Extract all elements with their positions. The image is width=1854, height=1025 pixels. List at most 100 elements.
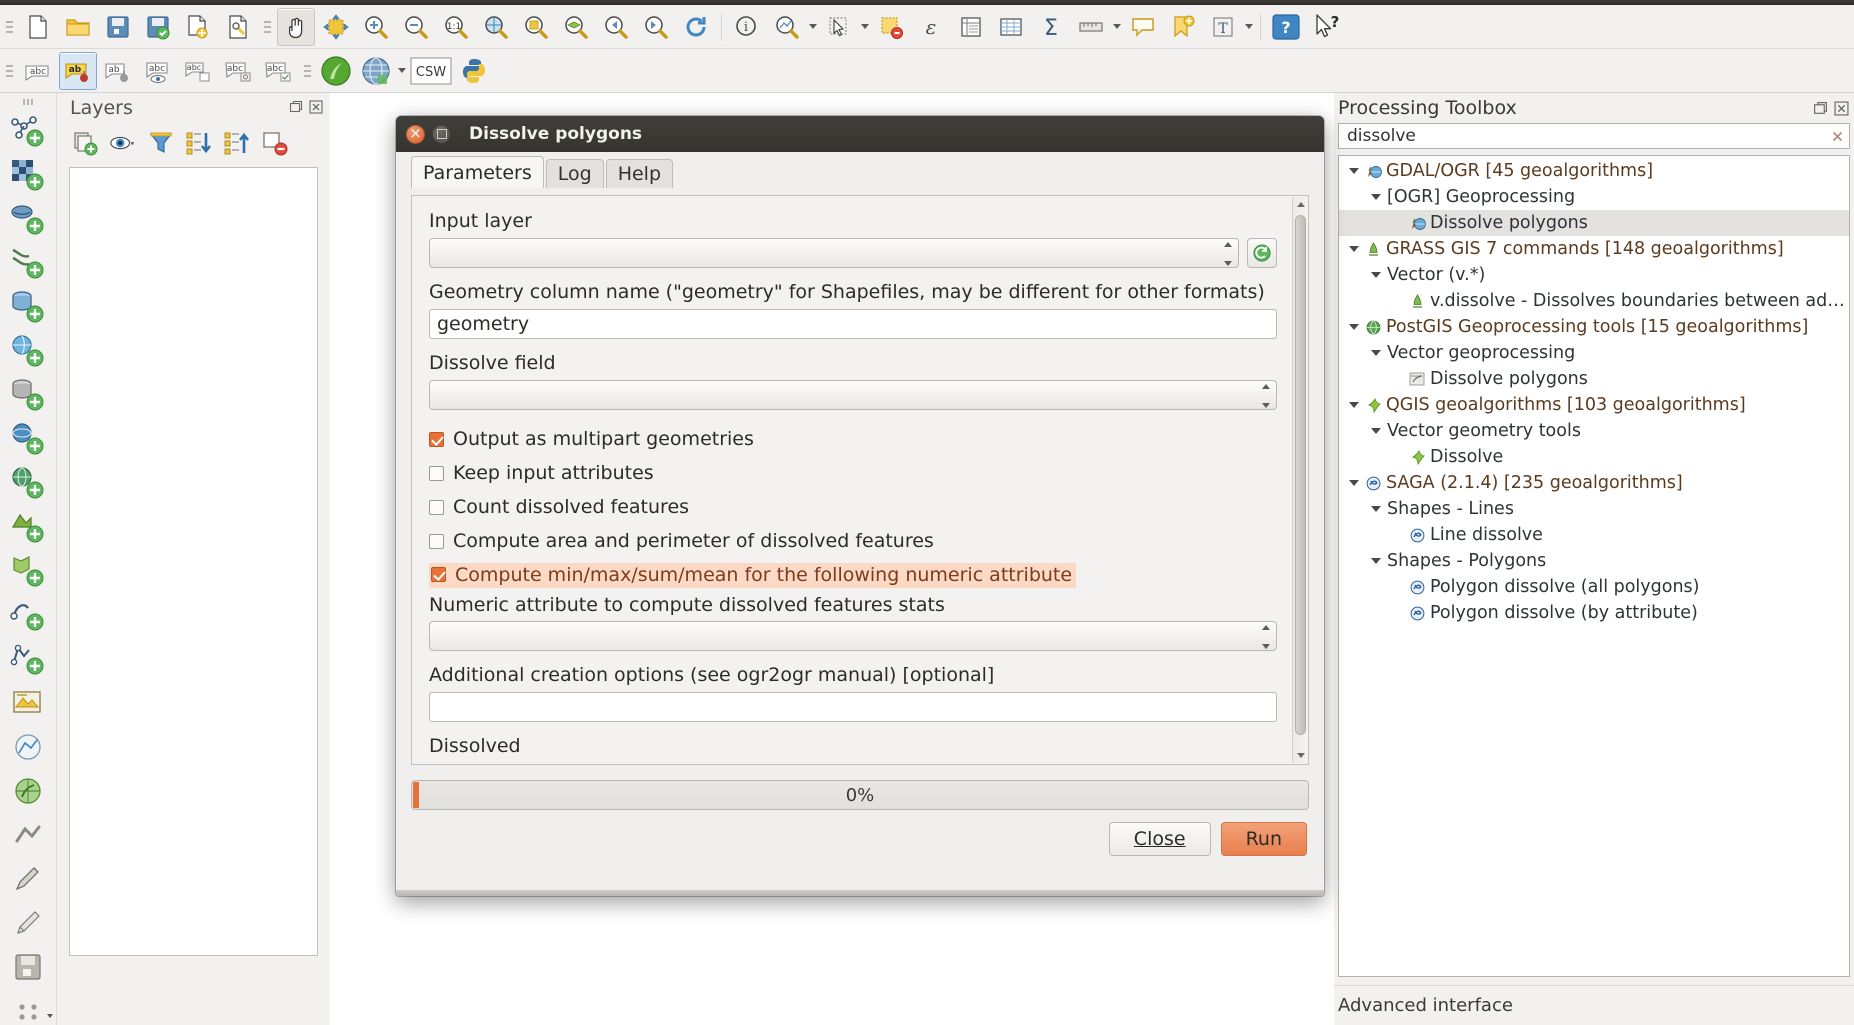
grass-icon[interactable]: [317, 52, 355, 90]
tree-item[interactable]: Shapes - Lines: [1339, 496, 1849, 522]
pan-to-selection-icon[interactable]: [317, 8, 355, 46]
add-wfs-layer-icon[interactable]: [6, 549, 50, 593]
whats-this-icon[interactable]: ?: [1307, 8, 1345, 46]
compute-area-perimeter-checkbox[interactable]: [429, 533, 444, 549]
add-wcs-layer-icon[interactable]: [6, 505, 50, 549]
expand-arrow-icon[interactable]: [1367, 506, 1385, 512]
zoom-last-icon[interactable]: [597, 8, 635, 46]
pan-map-icon[interactable]: [277, 7, 315, 46]
label-rotate-icon[interactable]: abc: [179, 52, 217, 90]
add-mssql-layer-icon[interactable]: [6, 373, 50, 417]
undock-panel-icon[interactable]: [1812, 100, 1828, 116]
new-bookmark-icon[interactable]: [1164, 8, 1202, 46]
tree-item[interactable]: Vector geometry tools: [1339, 418, 1849, 444]
rail-grip[interactable]: [21, 99, 35, 105]
tree-item[interactable]: GRASS GIS 7 commands [148 geoalgorithms]: [1339, 236, 1849, 262]
dialog-close-button[interactable]: [406, 124, 425, 144]
help-icon[interactable]: ?: [1267, 8, 1305, 46]
statistical-summary-icon[interactable]: [992, 8, 1030, 46]
run-button[interactable]: Run: [1220, 822, 1307, 856]
sum-icon[interactable]: Σ: [1032, 8, 1070, 46]
new-project-icon[interactable]: [19, 8, 57, 46]
checkbox-row[interactable]: Keep input attributes: [429, 458, 1277, 489]
expand-arrow-icon[interactable]: [1367, 350, 1385, 356]
add-postgis-layer-icon[interactable]: [6, 285, 50, 329]
expand-arrow-icon[interactable]: [1345, 246, 1363, 252]
open-project-icon[interactable]: [59, 8, 97, 46]
combo-spinner-icon[interactable]: [1260, 383, 1271, 408]
scroll-up-icon[interactable]: [1293, 197, 1308, 212]
tree-item[interactable]: GDAL/OGR [45 geoalgorithms]: [1339, 158, 1849, 184]
deselect-features-icon[interactable]: [872, 8, 910, 46]
tree-item[interactable]: QGIS geoalgorithms [103 geoalgorithms]: [1339, 392, 1849, 418]
zoom-native-icon[interactable]: 1:1: [437, 8, 475, 46]
count-dissolved-features-checkbox[interactable]: [429, 499, 444, 515]
toolbar-grip-2[interactable]: [262, 14, 272, 40]
topology-checker-icon[interactable]: [6, 813, 50, 857]
toolbar-grip-3[interactable]: [4, 58, 14, 84]
tab-help[interactable]: Help: [605, 159, 674, 188]
search-input[interactable]: [1345, 125, 1843, 147]
zoom-to-selection-icon[interactable]: [517, 8, 555, 46]
expand-all-icon[interactable]: [185, 129, 213, 157]
csw-icon[interactable]: CSW: [409, 52, 453, 90]
label-show-hide-icon[interactable]: abc: [139, 52, 177, 90]
expand-arrow-icon[interactable]: [1367, 194, 1385, 200]
add-raster-layer-icon[interactable]: [6, 153, 50, 197]
tab-log[interactable]: Log: [545, 159, 604, 188]
remove-layer-icon[interactable]: [261, 129, 289, 157]
tree-item[interactable]: SAGA (2.1.4) [235 geoalgorithms]: [1339, 470, 1849, 496]
add-oracle-layer-icon[interactable]: [6, 417, 50, 461]
processing-search-box[interactable]: [1338, 123, 1850, 149]
dialog-resize-strip[interactable]: [396, 890, 1324, 896]
dialog-maximize-button[interactable]: [432, 124, 451, 144]
keep-input-attributes-checkbox[interactable]: [429, 465, 444, 481]
node-tool-icon[interactable]: [6, 725, 50, 769]
add-group-icon[interactable]: [71, 129, 99, 157]
tab-parameters[interactable]: Parameters: [411, 156, 544, 188]
expand-arrow-icon[interactable]: [1345, 324, 1363, 330]
combo-spinner-icon[interactable]: [1222, 241, 1233, 266]
scrollbar-thumb[interactable]: [1295, 215, 1306, 735]
open-attribute-table-icon[interactable]: [952, 8, 990, 46]
tree-item[interactable]: Polygon dissolve (all polygons): [1339, 574, 1849, 600]
collapse-all-icon[interactable]: [223, 129, 251, 157]
expand-arrow-icon[interactable]: [1367, 558, 1385, 564]
filter-legend-icon[interactable]: [147, 129, 175, 157]
tree-item[interactable]: Vector (v.*): [1339, 262, 1849, 288]
scroll-down-icon[interactable]: [1293, 748, 1308, 763]
chevron-down-icon[interactable]: [1243, 8, 1255, 46]
close-panel-icon[interactable]: [308, 99, 324, 115]
tree-item[interactable]: Polygon dissolve (by attribute): [1339, 600, 1849, 626]
label-change-icon[interactable]: abc: [219, 52, 257, 90]
python-console-icon[interactable]: [455, 52, 493, 90]
close-panel-icon[interactable]: [1833, 100, 1849, 116]
clear-search-icon[interactable]: [1830, 129, 1845, 144]
select-layer-icon[interactable]: [1247, 237, 1277, 268]
add-wms-layer-icon[interactable]: [6, 461, 50, 505]
additional-options-input[interactable]: [429, 692, 1277, 723]
chevron-down-icon[interactable]: [47, 1014, 53, 1018]
processing-algorithms-tree[interactable]: GDAL/OGR [45 geoalgorithms] [OGR] Geoproc…: [1338, 155, 1850, 977]
tree-item[interactable]: Line dissolve: [1339, 522, 1849, 548]
tree-item[interactable]: Dissolve polygons: [1339, 210, 1849, 236]
identify-features-icon[interactable]: i: [728, 8, 766, 46]
dots-icon[interactable]: [6, 989, 50, 1025]
label-abc-icon[interactable]: abc: [19, 52, 57, 90]
measure-line-icon[interactable]: [768, 8, 806, 46]
label-properties-icon[interactable]: abc: [259, 52, 297, 90]
checkbox-row[interactable]: Count dissolved features: [429, 492, 1277, 523]
refresh-icon[interactable]: [677, 8, 715, 46]
expand-arrow-icon[interactable]: [1367, 272, 1385, 278]
expand-arrow-icon[interactable]: [1367, 428, 1385, 434]
expand-arrow-icon[interactable]: [1345, 480, 1363, 486]
tree-item[interactable]: PostGIS Geoprocessing tools [15 geoalgor…: [1339, 314, 1849, 340]
expand-arrow-icon[interactable]: [1345, 168, 1363, 174]
tree-item[interactable]: PostGIS Dissolve polygons: [1339, 366, 1849, 392]
measure-icon[interactable]: [1072, 8, 1110, 46]
map-tips-icon[interactable]: [1124, 8, 1162, 46]
add-spatialite-layer-icon[interactable]: [6, 329, 50, 373]
manage-layer-visibility-icon[interactable]: [109, 129, 137, 157]
checkbox-row[interactable]: Output as multipart geometries: [429, 424, 1277, 455]
label-move-icon[interactable]: ab: [99, 52, 137, 90]
